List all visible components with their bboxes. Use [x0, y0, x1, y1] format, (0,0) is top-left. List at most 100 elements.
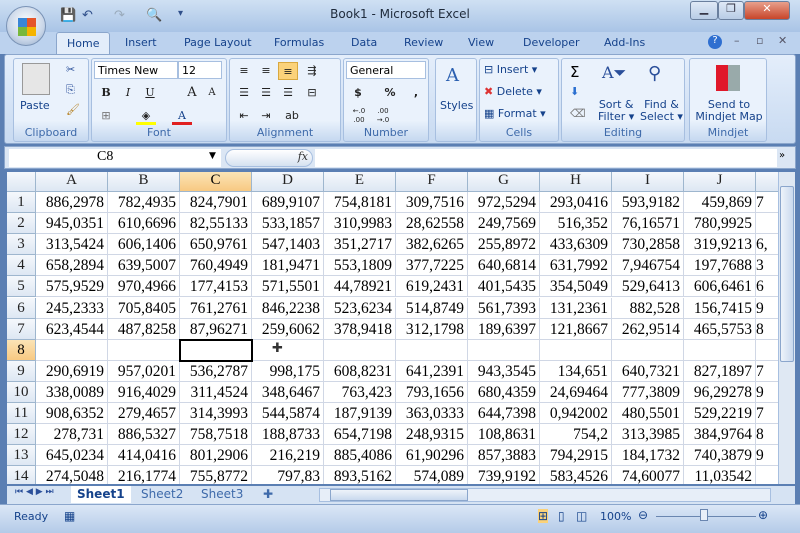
cell[interactable] — [612, 339, 684, 361]
grow-font-button[interactable]: A — [182, 84, 202, 102]
column-header[interactable]: E — [324, 172, 396, 192]
cell[interactable]: 259,6062 — [252, 318, 324, 340]
cell[interactable]: 487,8258 — [108, 318, 180, 340]
cell[interactable] — [756, 340, 778, 361]
cell[interactable]: 7 — [756, 361, 778, 382]
cell[interactable]: 134,651 — [540, 360, 612, 382]
cell[interactable]: 293,0416 — [540, 192, 612, 214]
font-size-select[interactable]: 12 — [178, 61, 222, 79]
cell[interactable]: 44,78921 — [324, 276, 396, 298]
copy-icon[interactable]: ⎘ — [66, 83, 75, 97]
sheet-tab-sheet2[interactable]: Sheet2 — [135, 486, 189, 503]
cell[interactable]: 739,9192 — [468, 466, 540, 484]
cell[interactable]: 377,7225 — [396, 255, 468, 277]
fill-icon[interactable]: ⬇ — [570, 85, 579, 98]
cell[interactable]: 76,16571 — [612, 213, 684, 235]
cell[interactable]: 794,2915 — [540, 445, 612, 467]
cell[interactable]: 216,1774 — [108, 466, 180, 484]
row-header[interactable]: 14 — [7, 466, 36, 484]
save-icon[interactable]: 💾 — [60, 8, 76, 23]
column-header[interactable]: C — [180, 172, 252, 192]
cell[interactable]: 354,5049 — [540, 276, 612, 298]
cell[interactable] — [756, 213, 778, 235]
cell[interactable]: 274,5048 — [36, 466, 108, 484]
cell[interactable]: 593,9182 — [612, 192, 684, 214]
insert-cells-button[interactable]: ⊟ Insert ▾ — [484, 63, 537, 76]
cell[interactable]: 640,7321 — [612, 360, 684, 382]
row-header[interactable]: 6 — [7, 297, 36, 319]
cell[interactable]: 7 — [756, 192, 778, 214]
cell[interactable]: 730,2858 — [612, 234, 684, 256]
tab-developer[interactable]: Developer — [523, 36, 580, 49]
italic-button[interactable]: I — [118, 84, 138, 102]
cell[interactable]: 459,869 — [684, 192, 756, 214]
cell[interactable]: 279,4657 — [108, 403, 180, 425]
tab-page-layout[interactable]: Page Layout — [184, 36, 252, 49]
underline-button[interactable]: U — [140, 84, 160, 102]
cell[interactable]: 908,6352 — [36, 403, 108, 425]
styles-button[interactable]: Styles — [440, 99, 473, 112]
cell[interactable]: 916,4029 — [108, 381, 180, 403]
cell[interactable]: 7 — [756, 403, 778, 425]
align-bottom-icon[interactable]: ≡ — [278, 62, 298, 80]
cell[interactable]: 290,6919 — [36, 360, 108, 382]
cell[interactable] — [324, 339, 396, 361]
cell[interactable] — [36, 339, 108, 361]
cell[interactable]: 348,6467 — [252, 381, 324, 403]
cell[interactable]: 575,9529 — [36, 276, 108, 298]
cell[interactable]: 631,7992 — [540, 255, 612, 277]
cell[interactable]: 553,1809 — [324, 255, 396, 277]
cell[interactable]: 216,219 — [252, 445, 324, 467]
bold-button[interactable]: B — [96, 84, 116, 102]
cell[interactable] — [684, 339, 756, 361]
minimize-button[interactable]: ▁ — [690, 1, 718, 20]
cell[interactable]: 189,6397 — [468, 318, 540, 340]
cell[interactable]: 319,9213 — [684, 234, 756, 256]
cell[interactable]: 523,6234 — [324, 297, 396, 319]
cell[interactable]: 972,5294 — [468, 192, 540, 214]
sheet-tab-sheet1[interactable]: Sheet1 — [71, 486, 131, 503]
vertical-scrollbar[interactable] — [778, 172, 795, 484]
cell[interactable]: 248,9315 — [396, 424, 468, 446]
ribbon-minimize-icon[interactable]: – — [734, 34, 740, 47]
cell[interactable]: 641,2391 — [396, 360, 468, 382]
cell[interactable]: 758,7518 — [180, 424, 252, 446]
row-header[interactable]: 10 — [7, 381, 36, 403]
page-break-view-button[interactable]: ◫ — [576, 509, 587, 523]
zoom-in-button[interactable]: ⊕ — [758, 508, 768, 522]
tab-formulas[interactable]: Formulas — [274, 36, 324, 49]
formula-input[interactable] — [315, 149, 777, 167]
tab-insert[interactable]: Insert — [125, 36, 157, 49]
spreadsheet-grid[interactable]: ABCDEFGHIJK1886,2978782,4935824,7901689,… — [7, 172, 778, 484]
cell[interactable]: 8 — [756, 424, 778, 446]
selected-cell[interactable] — [179, 338, 253, 362]
row-header[interactable]: 2 — [7, 213, 36, 235]
cell[interactable]: 760,4949 — [180, 255, 252, 277]
cell[interactable]: 82,55133 — [180, 213, 252, 235]
cell[interactable]: 262,9514 — [612, 318, 684, 340]
row-header[interactable]: 5 — [7, 276, 36, 298]
cell[interactable]: 571,5501 — [252, 276, 324, 298]
cell[interactable]: 433,6309 — [540, 234, 612, 256]
cell[interactable]: 755,8772 — [180, 466, 252, 484]
cell[interactable]: 414,0416 — [108, 445, 180, 467]
find-select-button[interactable]: Find & Select ▾ — [640, 99, 683, 123]
row-header[interactable]: 12 — [7, 424, 36, 446]
redo-icon[interactable]: ↷ — [114, 8, 125, 23]
cell[interactable]: 623,4544 — [36, 318, 108, 340]
cell[interactable]: 338,0089 — [36, 381, 108, 403]
undo-icon[interactable]: ↶ — [82, 8, 93, 23]
cell[interactable]: 401,5435 — [468, 276, 540, 298]
cell[interactable]: 313,3985 — [612, 424, 684, 446]
cell[interactable]: 314,3993 — [180, 403, 252, 425]
cell[interactable] — [756, 466, 778, 484]
cell[interactable] — [468, 339, 540, 361]
column-header[interactable]: H — [540, 172, 612, 192]
cell[interactable]: 740,3879 — [684, 445, 756, 467]
cell[interactable]: 8 — [756, 319, 778, 340]
cell[interactable]: 363,0333 — [396, 403, 468, 425]
cell[interactable]: 782,4935 — [108, 192, 180, 214]
cell[interactable]: 533,1857 — [252, 213, 324, 235]
autosum-button[interactable]: Σ — [570, 63, 579, 81]
cell[interactable]: 351,2717 — [324, 234, 396, 256]
